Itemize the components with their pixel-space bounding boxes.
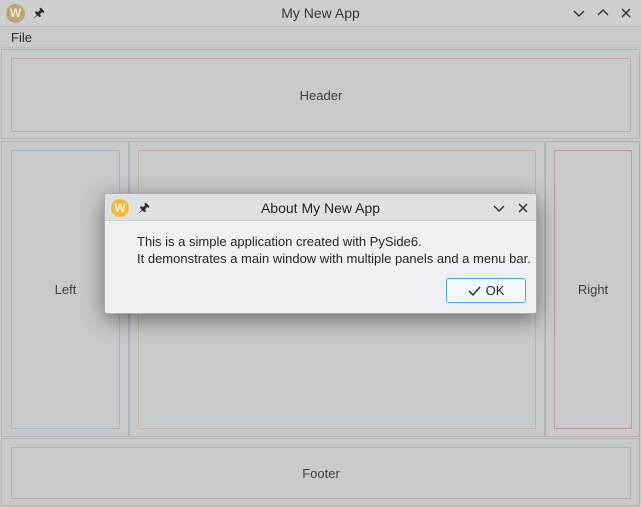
dialog-titlebar[interactable]: W 🖈 About My New App	[105, 194, 536, 221]
checkmark-icon	[468, 286, 481, 296]
dialog-close-button[interactable]	[514, 199, 532, 217]
ok-button-label: OK	[485, 283, 505, 298]
chevron-down-icon	[573, 10, 585, 17]
close-button[interactable]	[617, 4, 635, 22]
header-label: Header	[299, 87, 343, 103]
chevron-up-icon	[597, 9, 609, 16]
window-title: My New App	[281, 5, 360, 21]
footer-panel: Footer	[11, 447, 631, 499]
chevron-down-icon	[493, 205, 505, 212]
close-icon	[621, 8, 631, 18]
menu-file[interactable]: File	[11, 30, 32, 45]
ok-button[interactable]: OK	[446, 278, 526, 303]
right-label: Right	[577, 282, 609, 297]
close-icon	[518, 203, 528, 213]
maximize-button[interactable]	[594, 4, 612, 22]
about-dialog: W 🖈 About My New App This is a simple ap…	[104, 193, 537, 314]
dialog-minimize-button[interactable]	[490, 199, 508, 217]
menubar: File	[0, 28, 641, 48]
dialog-message-line-1: This is a simple application created wit…	[137, 234, 422, 249]
minimize-button[interactable]	[570, 4, 588, 22]
main-window-titlebar[interactable]: W 🖈 My New App	[0, 0, 641, 27]
dialog-title: About My New App	[260, 200, 381, 216]
footer-label: Footer	[302, 465, 340, 481]
header-panel: Header	[11, 58, 631, 132]
dialog-message-line-2: It demonstrates a main window with multi…	[137, 251, 531, 266]
dialog-message: This is a simple application created wit…	[137, 233, 531, 267]
right-panel: Right	[554, 150, 632, 429]
left-label: Left	[54, 282, 77, 297]
